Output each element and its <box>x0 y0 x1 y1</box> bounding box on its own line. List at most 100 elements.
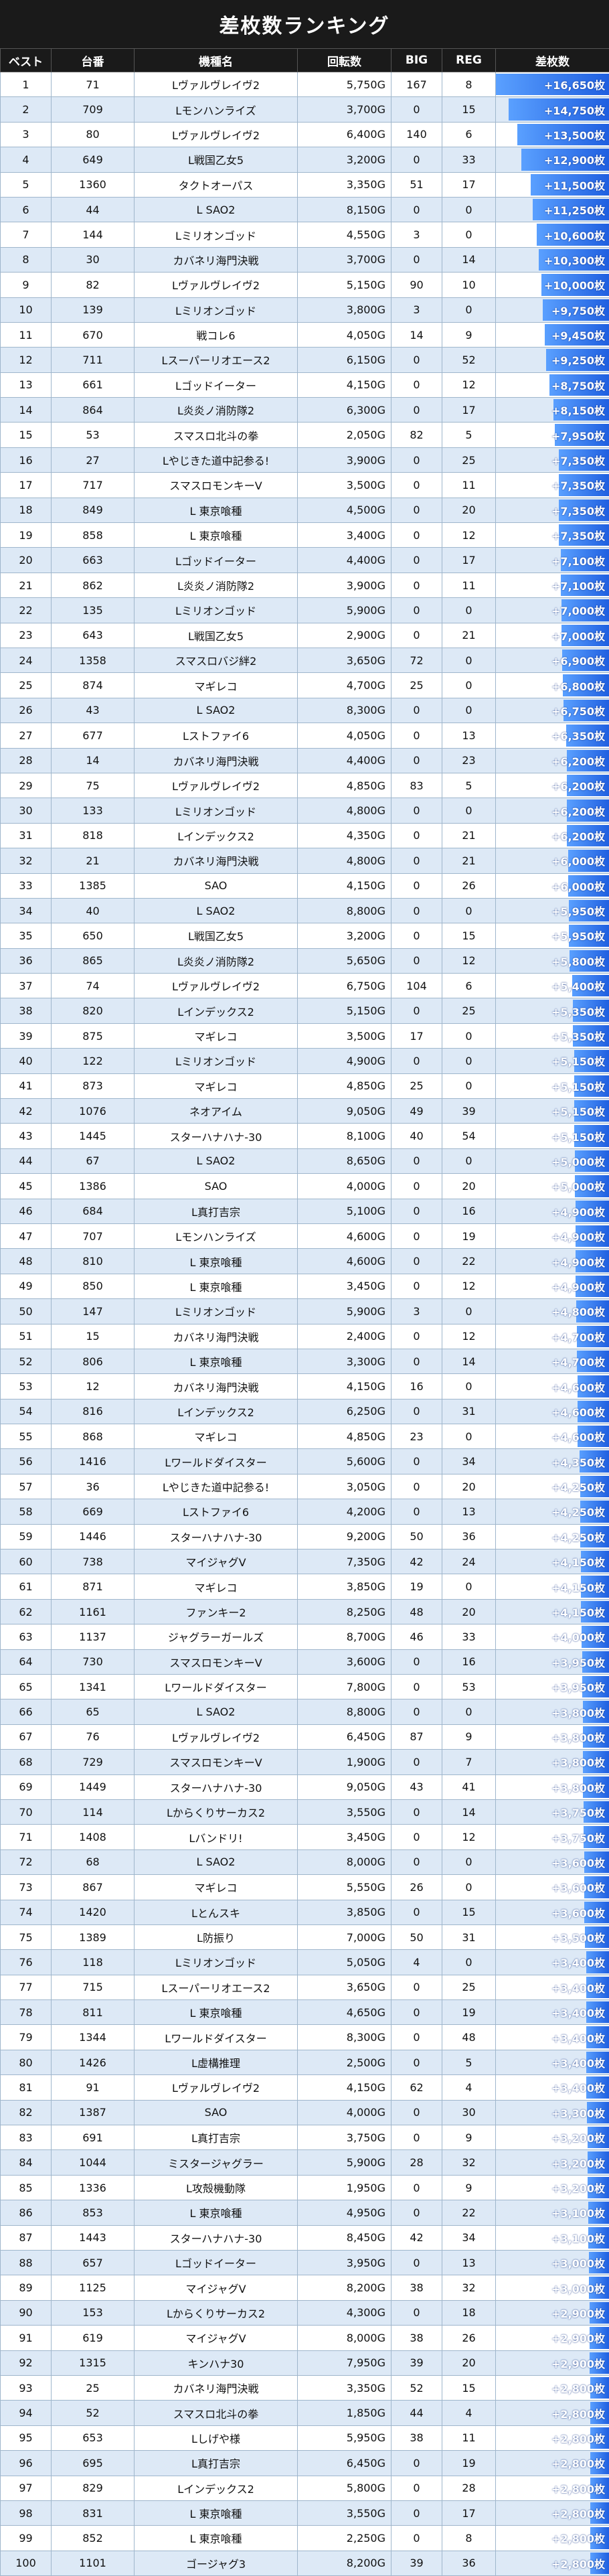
diff-value: +4,900枚 <box>551 1206 605 1219</box>
diff-value: +7,100枚 <box>551 580 605 593</box>
big-cell: 48 <box>392 1599 442 1624</box>
diff-cell: +7,000枚 <box>496 598 609 623</box>
machine-number-cell: 65 <box>52 1699 135 1724</box>
rank-cell: 53 <box>1 1374 52 1399</box>
diff-value: +4,250枚 <box>551 1506 605 1519</box>
rank-cell: 72 <box>1 1849 52 1874</box>
diff-cell: +3,200枚 <box>496 2150 609 2175</box>
rank-cell: 81 <box>1 2075 52 2100</box>
model-name-cell: ミスタージャグラー <box>135 2150 298 2175</box>
big-cell: 0 <box>392 898 442 923</box>
diff-cell: +7,100枚 <box>496 573 609 597</box>
big-cell: 0 <box>392 2000 442 2025</box>
spins-cell: 3,050G <box>298 1474 392 1499</box>
diff-value: +4,600枚 <box>551 1406 605 1419</box>
diff-value: +3,500枚 <box>551 1932 605 1945</box>
table-row: 47707Lモンハンライズ4,600G019+4,900枚 <box>1 1223 609 1248</box>
machine-number-cell: 711 <box>52 348 135 372</box>
table-row: 73867マギレコ5,550G260+3,600枚 <box>1 1875 609 1900</box>
reg-cell: 0 <box>442 798 496 823</box>
spins-cell: 4,900G <box>298 1049 392 1073</box>
diff-value: +4,900枚 <box>551 1281 605 1294</box>
reg-cell: 12 <box>442 1274 496 1298</box>
reg-cell: 26 <box>442 2326 496 2350</box>
table-row: 241358スマスロバジ絆23,650G720+6,900枚 <box>1 648 609 672</box>
diff-cell: +3,600枚 <box>496 1849 609 1874</box>
diff-value: +12,900枚 <box>544 154 605 167</box>
machine-number-cell: 1443 <box>52 2225 135 2250</box>
table-row: 51360タクトオーパス3,350G5117+11,500枚 <box>1 172 609 197</box>
rank-cell: 48 <box>1 1249 52 1274</box>
machine-number-cell: 691 <box>52 2125 135 2150</box>
diff-cell: +2,900枚 <box>496 2300 609 2325</box>
model-name-cell: Lストファイ6 <box>135 1499 298 1524</box>
big-cell: 0 <box>392 748 442 773</box>
reg-cell: 31 <box>442 1399 496 1424</box>
machine-number-cell: 12 <box>52 1374 135 1399</box>
diff-cell: +3,000枚 <box>496 2250 609 2275</box>
table-row: 83691L真打吉宗3,750G09+3,200枚 <box>1 2125 609 2150</box>
spins-cell: 8,700G <box>298 1624 392 1649</box>
machine-number-cell: 43 <box>52 698 135 723</box>
big-cell: 0 <box>392 823 442 848</box>
spins-cell: 3,200G <box>298 147 392 172</box>
big-cell: 0 <box>392 2500 442 2525</box>
diff-cell: +5,350枚 <box>496 998 609 1023</box>
diff-value: +3,800枚 <box>551 1782 605 1795</box>
machine-number-cell: 27 <box>52 447 135 472</box>
rank-cell: 96 <box>1 2451 52 2476</box>
rank-cell: 65 <box>1 1675 52 1699</box>
machine-number-cell: 730 <box>52 1649 135 1674</box>
table-row: 9452スマスロ北斗の拳1,850G444+2,800枚 <box>1 2401 609 2425</box>
header-machine-number: 台番 <box>52 49 135 72</box>
diff-value: +6,800枚 <box>551 680 605 693</box>
rank-cell: 14 <box>1 398 52 423</box>
model-name-cell: L 東京喰種 <box>135 523 298 548</box>
diff-value: +2,800枚 <box>551 2532 605 2545</box>
diff-cell: +9,450枚 <box>496 322 609 347</box>
diff-value: +3,200枚 <box>551 2132 605 2145</box>
big-cell: 26 <box>392 1875 442 1900</box>
diff-value: +6,000枚 <box>551 855 605 868</box>
diff-value: +7,350枚 <box>551 530 605 542</box>
table-row: 14864L炎炎ノ消防隊26,300G017+8,150枚 <box>1 398 609 423</box>
diff-cell: +6,900枚 <box>496 648 609 672</box>
machine-number-cell: 118 <box>52 1950 135 1975</box>
diff-value: +2,800枚 <box>551 2433 605 2445</box>
model-name-cell: Lバンドリ! <box>135 1825 298 1849</box>
spins-cell: 3,550G <box>298 2500 392 2525</box>
table-row: 46684L真打吉宗5,100G016+4,900枚 <box>1 1199 609 1223</box>
reg-cell: 10 <box>442 273 496 297</box>
diff-value: +6,000枚 <box>551 881 605 893</box>
big-cell: 0 <box>392 1699 442 1724</box>
rank-cell: 98 <box>1 2500 52 2525</box>
reg-cell: 12 <box>442 523 496 548</box>
model-name-cell: スターハナハナ-30 <box>135 2225 298 2250</box>
spins-cell: 7,350G <box>298 1549 392 1574</box>
header-diff-medals: 差枚数 <box>496 49 609 72</box>
table-row: 91619マイジャグV8,000G3826+2,900枚 <box>1 2326 609 2350</box>
rank-cell: 83 <box>1 2125 52 2150</box>
rank-cell: 99 <box>1 2526 52 2551</box>
diff-value: +16,650枚 <box>544 79 605 92</box>
diff-value: +11,500枚 <box>544 179 605 192</box>
diff-value: +6,750枚 <box>551 705 605 718</box>
machine-number-cell: 1416 <box>52 1449 135 1474</box>
spins-cell: 5,900G <box>298 2150 392 2175</box>
model-name-cell: Lゴッドイーター <box>135 2250 298 2275</box>
diff-value: +3,950枚 <box>551 1657 605 1669</box>
rank-cell: 92 <box>1 2350 52 2375</box>
spins-cell: 3,300G <box>298 1349 392 1373</box>
rank-cell: 57 <box>1 1474 52 1499</box>
spins-cell: 1,850G <box>298 2401 392 2425</box>
reg-cell: 12 <box>442 1324 496 1349</box>
machine-number-cell: 816 <box>52 1399 135 1424</box>
diff-cell: +7,000枚 <box>496 623 609 648</box>
machine-number-cell: 21 <box>52 848 135 873</box>
big-cell: 17 <box>392 1023 442 1048</box>
big-cell: 44 <box>392 2401 442 2425</box>
diff-cell: +7,350枚 <box>496 498 609 522</box>
diff-cell: +6,000枚 <box>496 873 609 898</box>
rank-cell: 90 <box>1 2300 52 2325</box>
machine-number-cell: 1044 <box>52 2150 135 2175</box>
